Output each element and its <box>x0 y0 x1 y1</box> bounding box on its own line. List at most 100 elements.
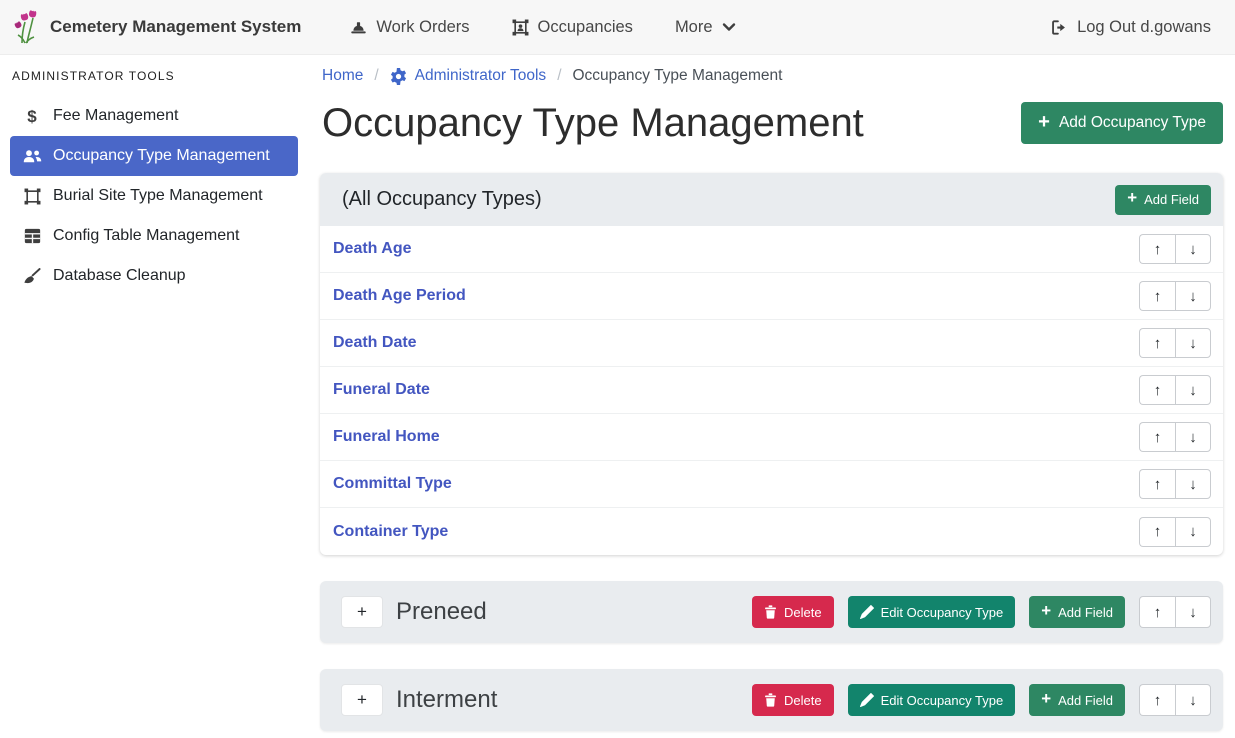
add-field-button[interactable]: + Add Field <box>1029 684 1125 716</box>
move-up-button[interactable]: ↑ <box>1139 422 1175 452</box>
logout-button[interactable]: Log Out d.gowans <box>1050 18 1211 37</box>
expand-section-button[interactable]: + <box>341 684 383 716</box>
sidebar-item-burial-site-type-management[interactable]: Burial Site Type Management <box>10 176 298 216</box>
edit-occupancy-type-button[interactable]: Edit Occupancy Type <box>848 684 1016 716</box>
move-up-button[interactable]: ↑ <box>1139 375 1175 405</box>
up-arrow-icon: ↑ <box>1154 429 1162 446</box>
field-link[interactable]: Death Age Period <box>333 287 466 305</box>
breadcrumb-label: Home <box>322 67 363 85</box>
move-up-button[interactable]: ↑ <box>1139 596 1175 628</box>
page-title: Occupancy Type Management <box>322 99 864 147</box>
site-frame-icon <box>20 188 44 205</box>
add-field-button[interactable]: + Add Field <box>1029 596 1125 628</box>
down-arrow-icon: ↓ <box>1189 604 1197 621</box>
up-arrow-icon: ↑ <box>1154 335 1162 352</box>
sidebar-item-label: Database Cleanup <box>53 267 186 285</box>
move-down-button[interactable]: ↓ <box>1175 469 1211 499</box>
field-row: Death Date ↑ ↓ <box>320 320 1223 367</box>
card-title: (All Occupancy Types) <box>342 188 542 211</box>
broom-icon <box>20 268 44 284</box>
nav-item-work-orders[interactable]: Work Orders <box>350 18 469 37</box>
title-row: Occupancy Type Management + Add Occupanc… <box>322 99 1223 147</box>
section-interment: + Interment Delete <box>320 669 1223 731</box>
up-arrow-icon: ↑ <box>1154 604 1162 621</box>
nav-item-label: Work Orders <box>376 18 469 37</box>
move-up-button[interactable]: ↑ <box>1139 281 1175 311</box>
move-up-button[interactable]: ↑ <box>1139 469 1175 499</box>
sidebar-heading: Administrator Tools <box>12 69 310 83</box>
move-up-button[interactable]: ↑ <box>1139 517 1175 547</box>
breadcrumb-home-link[interactable]: Home <box>322 67 363 85</box>
move-down-button[interactable]: ↓ <box>1175 234 1211 264</box>
reorder-group: ↑ ↓ <box>1139 469 1211 499</box>
up-arrow-icon: ↑ <box>1154 288 1162 305</box>
delete-button[interactable]: Delete <box>752 596 834 628</box>
button-label: Delete <box>784 605 822 620</box>
breadcrumb-current: Occupancy Type Management <box>573 67 783 85</box>
nav-item-label: Occupancies <box>538 18 633 37</box>
add-field-button[interactable]: + Add Field <box>1115 185 1211 215</box>
sidebar: Administrator Tools $ Fee Management Occ… <box>0 55 310 738</box>
move-up-button[interactable]: ↑ <box>1139 234 1175 264</box>
move-down-button[interactable]: ↓ <box>1175 281 1211 311</box>
button-label: Delete <box>784 693 822 708</box>
expand-section-button[interactable]: + <box>341 596 383 628</box>
card-header: (All Occupancy Types) + Add Field <box>320 173 1223 226</box>
add-occupancy-type-button[interactable]: + Add Occupancy Type <box>1021 102 1223 144</box>
move-down-button[interactable]: ↓ <box>1175 517 1211 547</box>
up-arrow-icon: ↑ <box>1154 476 1162 493</box>
down-arrow-icon: ↓ <box>1189 382 1197 399</box>
brand[interactable]: Cemetery Management System <box>14 9 301 45</box>
move-down-button[interactable]: ↓ <box>1175 596 1211 628</box>
field-row: Funeral Date ↑ ↓ <box>320 367 1223 414</box>
field-link[interactable]: Committal Type <box>333 475 452 493</box>
nav-item-label: More <box>675 18 713 37</box>
down-arrow-icon: ↓ <box>1189 429 1197 446</box>
down-arrow-icon: ↓ <box>1189 335 1197 352</box>
nav-item-more[interactable]: More <box>675 18 736 37</box>
sidebar-item-occupancy-type-management[interactable]: Occupancy Type Management <box>10 136 298 176</box>
plus-icon: + <box>357 602 367 622</box>
move-up-button[interactable]: ↑ <box>1139 684 1175 716</box>
plus-icon: + <box>1041 603 1051 620</box>
move-down-button[interactable]: ↓ <box>1175 422 1211 452</box>
button-label: Add Field <box>1058 693 1113 708</box>
field-link[interactable]: Death Age <box>333 240 412 258</box>
sidebar-item-fee-management[interactable]: $ Fee Management <box>10 96 298 136</box>
move-down-button[interactable]: ↓ <box>1175 328 1211 358</box>
plus-icon: + <box>1038 112 1050 132</box>
plus-icon: + <box>1127 190 1137 207</box>
sidebar-item-label: Occupancy Type Management <box>53 147 270 165</box>
move-up-button[interactable]: ↑ <box>1139 328 1175 358</box>
field-link[interactable]: Death Date <box>333 334 417 352</box>
field-link[interactable]: Funeral Home <box>333 428 440 446</box>
pencil-icon <box>860 693 874 707</box>
move-down-button[interactable]: ↓ <box>1175 684 1211 716</box>
reorder-group: ↑ ↓ <box>1139 517 1211 547</box>
tulip-logo-icon <box>14 9 40 45</box>
delete-button[interactable]: Delete <box>752 684 834 716</box>
all-occupancy-types-card: (All Occupancy Types) + Add Field Death … <box>320 173 1223 555</box>
brand-title: Cemetery Management System <box>50 17 301 37</box>
nav-item-occupancies[interactable]: Occupancies <box>512 18 633 37</box>
page-layout: Administrator Tools $ Fee Management Occ… <box>0 55 1235 738</box>
breadcrumb-admin-tools-link[interactable]: Administrator Tools <box>390 67 547 85</box>
down-arrow-icon: ↓ <box>1189 288 1197 305</box>
reorder-group: ↑ ↓ <box>1139 281 1211 311</box>
field-link[interactable]: Container Type <box>333 523 448 541</box>
reorder-group: ↑ ↓ <box>1139 596 1211 628</box>
main-content: Home / Administrator Tools / Occupancy T… <box>310 55 1235 738</box>
move-down-button[interactable]: ↓ <box>1175 375 1211 405</box>
chevron-down-icon <box>722 21 736 33</box>
reorder-group: ↑ ↓ <box>1139 328 1211 358</box>
sidebar-item-database-cleanup[interactable]: Database Cleanup <box>10 256 298 296</box>
sign-out-icon <box>1050 19 1068 36</box>
section-actions: Delete Edit Occupancy Type + Add Field ↑ <box>752 684 1211 716</box>
edit-occupancy-type-button[interactable]: Edit Occupancy Type <box>848 596 1016 628</box>
button-label: Add Field <box>1144 192 1199 207</box>
up-arrow-icon: ↑ <box>1154 692 1162 709</box>
sidebar-item-config-table-management[interactable]: Config Table Management <box>10 216 298 256</box>
field-link[interactable]: Funeral Date <box>333 381 430 399</box>
breadcrumb-separator: / <box>374 67 378 85</box>
field-row: Death Age Period ↑ ↓ <box>320 273 1223 320</box>
